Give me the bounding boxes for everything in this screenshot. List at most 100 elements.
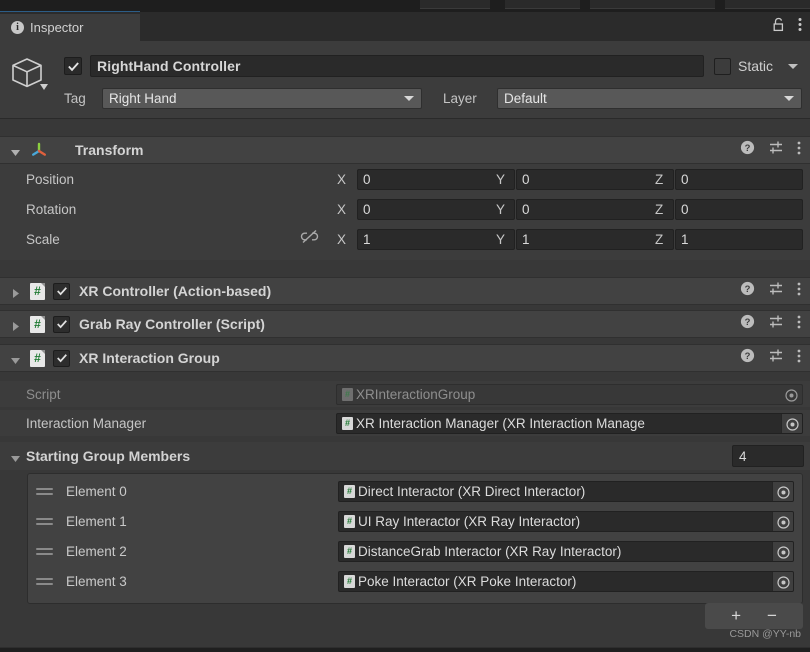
ghost-control-1 <box>420 0 490 9</box>
component-header-transform[interactable]: Transform ? <box>0 136 810 164</box>
foldout-collapsed-icon[interactable] <box>10 286 21 298</box>
component-header-xr-interaction-group[interactable]: # XR Interaction Group ? <box>0 344 810 372</box>
property-row-script: Script # XRInteractionGroup <box>0 381 810 407</box>
component-title-xr-controller: XR Controller (Action-based) <box>79 283 272 299</box>
component-enabled-checkbox[interactable] <box>53 282 70 300</box>
drag-handle-icon[interactable] <box>36 515 53 528</box>
preset-slider-icon[interactable] <box>768 281 784 301</box>
element-object-field[interactable]: # Poke Interactor (XR Poke Interactor) <box>338 570 794 592</box>
axis-y-label: Y <box>496 201 506 217</box>
preset-slider-icon[interactable] <box>768 314 784 334</box>
transform-header-icons: ? <box>740 140 801 160</box>
gameobject-enabled-checkbox[interactable] <box>64 57 82 75</box>
foldout-collapsed-icon[interactable] <box>10 319 21 331</box>
position-y-field[interactable]: 0 <box>516 168 674 190</box>
svg-text:?: ? <box>745 351 751 362</box>
preset-slider-icon[interactable] <box>768 140 784 160</box>
axis-x-label: X <box>337 201 347 217</box>
help-circle-icon[interactable]: ? <box>740 314 755 334</box>
axis-y-label: Y <box>496 231 506 247</box>
axis-z-label: Z <box>655 231 664 247</box>
watermark: CSDN @YY-nb <box>729 628 801 640</box>
tag-dropdown[interactable]: Right Hand <box>102 87 422 109</box>
component-title-grab-ray-controller: Grab Ray Controller (Script) <box>79 316 265 332</box>
object-picker-icon <box>781 385 802 404</box>
bottom-bar <box>0 647 810 652</box>
foldout-expanded-icon[interactable] <box>10 451 21 462</box>
position-x-field[interactable]: 0 <box>357 168 515 190</box>
drag-handle-icon[interactable] <box>36 485 53 498</box>
add-element-button[interactable]: + <box>731 606 741 626</box>
kebab-menu-icon[interactable] <box>797 315 801 334</box>
list-item[interactable]: Element 1 # UI Ray Interactor (XR Ray In… <box>28 506 802 536</box>
kebab-menu-icon[interactable] <box>797 282 801 301</box>
info-icon: i <box>11 21 24 34</box>
transform-row-position: Position X 0 Y 0 Z 0 <box>0 164 810 194</box>
rotation-y-field[interactable]: 0 <box>516 198 674 220</box>
interaction-manager-object-field[interactable]: # XR Interaction Manager (XR Interaction… <box>336 412 803 434</box>
static-dropdown-caret-icon[interactable] <box>788 63 798 69</box>
kebab-menu-icon[interactable] <box>797 349 801 368</box>
svg-text:?: ? <box>745 284 751 295</box>
object-picker-icon[interactable] <box>772 541 793 561</box>
object-picker-icon[interactable] <box>772 511 793 531</box>
linked-scale-off-icon[interactable] <box>300 229 319 249</box>
object-picker-icon[interactable] <box>781 413 802 433</box>
element-value: UI Ray Interactor (XR Ray Interactor) <box>358 513 581 529</box>
chevron-down-icon <box>784 95 794 101</box>
object-picker-icon[interactable] <box>772 571 793 591</box>
component-enabled-checkbox[interactable] <box>53 349 70 367</box>
rotation-x-field[interactable]: 0 <box>357 198 515 220</box>
starting-group-members-label: Starting Group Members <box>26 448 191 464</box>
kebab-menu-icon[interactable] <box>798 17 802 37</box>
script-mini-icon: # <box>344 544 355 558</box>
static-checkbox[interactable] <box>713 57 731 75</box>
component-header-xr-controller[interactable]: # XR Controller (Action-based) ? <box>0 277 810 305</box>
list-item[interactable]: Element 0 # Direct Interactor (XR Direct… <box>28 476 802 506</box>
component-header-icons: ? <box>740 348 801 368</box>
list-item[interactable]: Element 2 # DistanceGrab Interactor (XR … <box>28 536 802 566</box>
element-object-field[interactable]: # Direct Interactor (XR Direct Interacto… <box>338 480 794 502</box>
scale-z-field[interactable]: 1 <box>675 228 803 250</box>
interaction-manager-label: Interaction Manager <box>26 415 147 431</box>
layer-dropdown[interactable]: Default <box>497 87 802 109</box>
remove-element-button[interactable]: − <box>767 606 777 626</box>
object-picker-icon[interactable] <box>772 481 793 501</box>
drag-handle-icon[interactable] <box>36 575 53 588</box>
tab-inspector[interactable]: i Inspector <box>0 14 140 41</box>
element-object-field[interactable]: # UI Ray Interactor (XR Ray Interactor) <box>338 510 794 532</box>
help-circle-icon[interactable]: ? <box>740 140 755 160</box>
list-item[interactable]: Element 3 # Poke Interactor (XR Poke Int… <box>28 566 802 596</box>
scale-x-field[interactable]: 1 <box>357 228 515 250</box>
script-label: Script <box>26 386 61 402</box>
rotation-z-field[interactable]: 0 <box>675 198 803 220</box>
script-mini-icon: # <box>344 484 355 498</box>
help-circle-icon[interactable]: ? <box>740 281 755 301</box>
script-icon: # <box>30 349 45 367</box>
component-enabled-checkbox[interactable] <box>53 315 70 333</box>
tab-bar-actions <box>772 12 802 41</box>
members-count-field[interactable]: 4 <box>732 445 804 467</box>
component-header-icons: ? <box>740 281 801 301</box>
ghost-control-3 <box>590 0 715 9</box>
component-title-transform: Transform <box>75 142 144 158</box>
lock-icon[interactable] <box>772 17 785 37</box>
gameobject-name-field[interactable]: RightHand Controller <box>90 55 704 77</box>
preset-slider-icon[interactable] <box>768 348 784 368</box>
element-value: DistanceGrab Interactor (XR Ray Interact… <box>358 543 622 559</box>
transform-row-scale: Scale X 1 Y 1 Z 1 <box>0 224 810 254</box>
svg-text:?: ? <box>745 317 751 328</box>
script-mini-icon: # <box>342 416 353 430</box>
element-object-field[interactable]: # DistanceGrab Interactor (XR Ray Intera… <box>338 540 794 562</box>
axis-x-label: X <box>337 231 347 247</box>
help-circle-icon[interactable]: ? <box>740 348 755 368</box>
drag-handle-icon[interactable] <box>36 545 53 558</box>
kebab-menu-icon[interactable] <box>797 141 801 160</box>
foldout-expanded-icon[interactable] <box>10 145 21 156</box>
rotation-label: Rotation <box>26 201 77 217</box>
axis-x-label: X <box>337 171 347 187</box>
foldout-expanded-icon[interactable] <box>10 353 21 364</box>
scale-y-field[interactable]: 1 <box>516 228 674 250</box>
position-z-field[interactable]: 0 <box>675 168 803 190</box>
component-header-grab-ray-controller[interactable]: # Grab Ray Controller (Script) ? <box>0 310 810 338</box>
